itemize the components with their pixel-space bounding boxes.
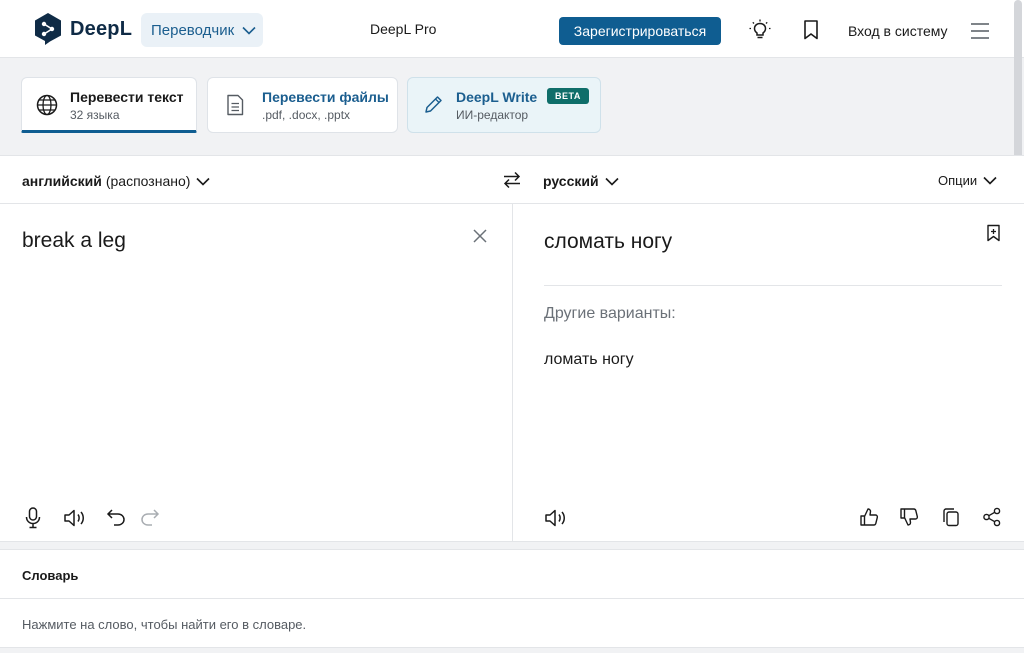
- document-icon: [227, 94, 244, 116]
- chevron-down-icon: [242, 26, 256, 35]
- tab-title: Перевести текст: [70, 89, 184, 105]
- hamburger-menu-icon[interactable]: [970, 22, 990, 40]
- deepl-pro-link[interactable]: DeepL Pro: [370, 21, 436, 37]
- microphone-icon[interactable]: [25, 507, 41, 529]
- source-language-name: английский: [22, 173, 102, 189]
- deepl-logo-icon: [35, 13, 61, 45]
- tab-title: Перевести файлы: [262, 89, 389, 105]
- globe-icon: [36, 94, 58, 116]
- translator-dropdown[interactable]: Переводчик: [141, 13, 263, 47]
- undo-icon[interactable]: [106, 507, 126, 527]
- pen-icon: [425, 96, 442, 113]
- signup-button[interactable]: Зарегистрироваться: [559, 17, 721, 45]
- tab-title: DeepL Write: [456, 89, 538, 105]
- bookmark-add-icon[interactable]: [986, 224, 1001, 242]
- thumbs-up-icon[interactable]: [859, 507, 879, 527]
- tab-subtitle: 32 языка: [70, 108, 120, 122]
- copy-icon[interactable]: [942, 507, 960, 527]
- panel-divider: [512, 204, 513, 542]
- close-icon[interactable]: [472, 228, 488, 244]
- speaker-icon[interactable]: [63, 507, 87, 529]
- options-label: Опции: [938, 173, 978, 188]
- translator-panel: английский (распознано) русский Опции br…: [0, 155, 1024, 542]
- alternatives-separator: [544, 285, 1002, 286]
- tab-deepl-write[interactable]: DeepL Write BETA ИИ-редактор: [407, 77, 601, 133]
- dictionary-hint: Нажмите на слово, чтобы найти его в слов…: [22, 617, 307, 632]
- options-dropdown[interactable]: Опции: [938, 173, 997, 188]
- logo-text: DeepL: [70, 17, 133, 40]
- target-language-name: русский: [543, 173, 599, 189]
- lightbulb-icon[interactable]: [749, 19, 771, 41]
- chevron-down-icon: [196, 177, 210, 186]
- bookmark-icon[interactable]: [802, 19, 820, 41]
- chevron-down-icon: [605, 177, 619, 186]
- source-text-input[interactable]: break a leg: [22, 229, 126, 253]
- tab-subtitle: .pdf, .docx, .pptx: [262, 108, 351, 122]
- redo-icon[interactable]: [140, 507, 160, 527]
- target-language-selector[interactable]: русский: [543, 173, 619, 189]
- beta-badge: BETA: [547, 88, 589, 104]
- tab-translate-files[interactable]: Перевести файлы .pdf, .docx, .pptx: [207, 77, 398, 133]
- swap-languages-icon[interactable]: [502, 170, 522, 190]
- dictionary-title: Словарь: [22, 568, 79, 583]
- alternative-item[interactable]: ломать ногу: [544, 351, 634, 369]
- share-icon[interactable]: [982, 507, 1002, 527]
- language-bar: английский (распознано) русский Опции: [0, 156, 1024, 204]
- source-language-selector[interactable]: английский (распознано): [22, 173, 210, 189]
- login-link[interactable]: Вход в систему: [848, 23, 948, 39]
- tab-subtitle: ИИ-редактор: [456, 108, 529, 122]
- dictionary-separator: [0, 598, 1024, 599]
- thumbs-down-icon[interactable]: [899, 507, 919, 527]
- alternatives-heading: Другие варианты:: [544, 305, 676, 322]
- top-navigation-bar: DeepL Переводчик DeepL Pro Зарегистриров…: [0, 0, 1024, 58]
- translation-output: сломать ногу: [544, 230, 673, 253]
- dictionary-panel: Словарь Нажмите на слово, чтобы найти ег…: [0, 549, 1024, 648]
- speaker-icon[interactable]: [544, 507, 568, 529]
- deepl-logo[interactable]: DeepL: [34, 12, 132, 46]
- chevron-down-icon: [983, 176, 997, 185]
- detected-note: (распознано): [105, 173, 191, 189]
- translator-label: Переводчик: [151, 21, 235, 39]
- tab-translate-text[interactable]: Перевести текст 32 языка: [21, 77, 197, 133]
